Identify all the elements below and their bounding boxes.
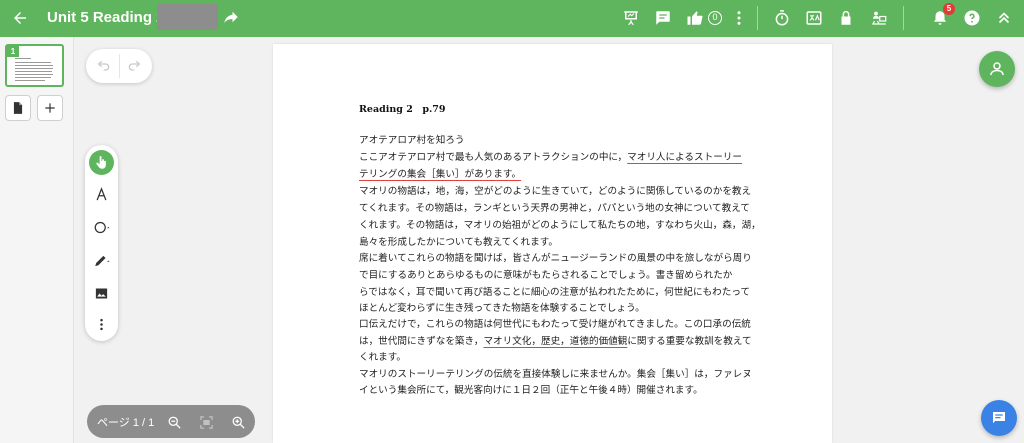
- thumb-text-line: [15, 71, 52, 72]
- doc-line: てくれます。その物語は，ランギという天界の男神と，パパという地の女神について教え…: [359, 203, 750, 214]
- undo-redo-group: [86, 49, 152, 83]
- redacted-name: [157, 4, 218, 30]
- underlined-text: 道徳的価値観: [569, 336, 628, 347]
- chat-button[interactable]: [981, 400, 1017, 436]
- underlined-text: マオリ文化，歴史，: [483, 336, 570, 347]
- toolbar-divider: [903, 6, 904, 30]
- document-heading: Reading 2 p.79: [359, 104, 446, 115]
- undo-divider: [119, 54, 120, 78]
- doc-line: マオリの物語は，地，海，空がどのように生きていて，どのように関係しているのかを教…: [359, 186, 752, 197]
- doc-line: らではなく，耳で聞いて再び語ることに細心の注意が払われたために，何世紀にもわたっ…: [359, 287, 751, 298]
- thumb-text-line: [15, 80, 45, 81]
- text-tool-icon[interactable]: [89, 182, 114, 207]
- translate-icon[interactable]: [803, 7, 825, 29]
- doc-line: で目にするありとあらゆるものに意味がもたらされることでしょう。書き留められたか: [359, 270, 733, 281]
- thumbnail-page-number: 1: [7, 46, 19, 57]
- doc-line: 席に着いてこれらの物語を聞けば，皆さんがニュージーランドの風景の中を旅しながら周…: [359, 253, 752, 264]
- users-screen-icon[interactable]: [868, 7, 890, 29]
- underlined-text: テリングの集会［集い］があります。: [359, 169, 522, 180]
- presentation-icon[interactable]: [620, 7, 642, 29]
- more-tools-icon[interactable]: [89, 312, 114, 337]
- page-title: Unit 5 Reading 2 :: [47, 9, 174, 26]
- doc-line: イという集会所にて，観光客向けに１日２回（正午と午後４時）開催されます。: [359, 385, 703, 396]
- zoom-in-icon[interactable]: [229, 413, 247, 431]
- thumb-text-line: [15, 77, 51, 78]
- doc-text: ここアオテアロア村で最も人気のあるアトラクションの中に，: [359, 152, 628, 163]
- toolbar-divider: [757, 6, 758, 30]
- thumb-text-line: [15, 74, 53, 75]
- page-indicator: ページ 1 / 1: [97, 417, 155, 429]
- notification-badge: 5: [943, 3, 955, 15]
- help-icon[interactable]: [961, 7, 983, 29]
- document-page: Reading 2 p.79 アオテアロア村を知ろう ここアオテアロア村で最も人…: [273, 44, 832, 443]
- doc-line: テリングの集会［集い］があります。: [359, 166, 521, 180]
- hand-pointer-tool-icon[interactable]: [89, 150, 114, 175]
- doc-text: に関する重要な教訓を教えて: [627, 336, 752, 347]
- image-tool-icon[interactable]: [89, 281, 114, 306]
- collapse-icon[interactable]: [993, 7, 1015, 29]
- doc-line: 島々を形成したかについても教えてくれます。: [359, 237, 558, 248]
- participants-button[interactable]: [979, 51, 1015, 87]
- pen-tool-icon[interactable]: [89, 248, 114, 273]
- fit-screen-icon[interactable]: [197, 413, 215, 431]
- thumbnail-panel: 1: [0, 37, 74, 443]
- underlined-text: マオリ人によるストーリー: [627, 152, 742, 163]
- doc-line: アオテアロア村を知ろう: [359, 135, 465, 146]
- thumbs-up-icon[interactable]: [684, 7, 706, 29]
- thumb-text-line: [15, 62, 51, 63]
- redo-icon[interactable]: [125, 56, 145, 76]
- timer-icon[interactable]: [771, 7, 793, 29]
- chat-icon: [993, 412, 1005, 424]
- doc-line: くれます。: [359, 352, 407, 363]
- comment-icon[interactable]: [652, 7, 674, 29]
- thumb-text-line: [15, 58, 31, 59]
- zoom-bar: ページ 1 / 1: [87, 405, 255, 438]
- top-bar: Unit 5 Reading 2 : 0 5: [0, 0, 1024, 37]
- user-group-icon: [990, 62, 1004, 76]
- doc-line: マオリのストーリーテリングの伝統を直接体験しに来ませんか。集会［集い］は，ファレ…: [359, 369, 752, 380]
- shape-tool-icon[interactable]: [89, 215, 114, 240]
- add-page-button[interactable]: [37, 95, 63, 121]
- doc-line: くれます。その物語は，マオリの始祖がどのようにして私たちの地，すなわち火山，森，…: [359, 220, 761, 231]
- more-vert-icon[interactable]: [728, 7, 750, 29]
- doc-line: 口伝えだけで，これらの物語は何世代にもわたって受け継がれてきました。この口承の伝…: [359, 319, 751, 330]
- zoom-out-icon[interactable]: [165, 413, 183, 431]
- like-count: 0: [708, 11, 722, 25]
- thumb-text-line: [15, 65, 53, 66]
- doc-line: ほとんど変わらずに生き残ってきた物語を体験することでしょう。: [359, 303, 645, 314]
- doc-line: は，世代間にきずなを築き，マオリ文化，歴史，道徳的価値観に関する重要な教訓を教え…: [359, 333, 752, 347]
- share-icon[interactable]: [222, 8, 240, 26]
- page-thumbnail[interactable]: 1: [5, 44, 64, 87]
- lock-icon[interactable]: [835, 7, 857, 29]
- drawing-toolbar: [85, 145, 118, 341]
- document-icon[interactable]: [5, 95, 31, 121]
- undo-icon[interactable]: [93, 56, 113, 76]
- doc-text: は，世代間にきずなを築き，: [359, 336, 484, 347]
- back-arrow-icon[interactable]: [8, 6, 32, 30]
- doc-line: ここアオテアロア村で最も人気のあるアトラクションの中に，マオリ人によるストーリー: [359, 149, 742, 163]
- thumb-text-line: [15, 68, 53, 69]
